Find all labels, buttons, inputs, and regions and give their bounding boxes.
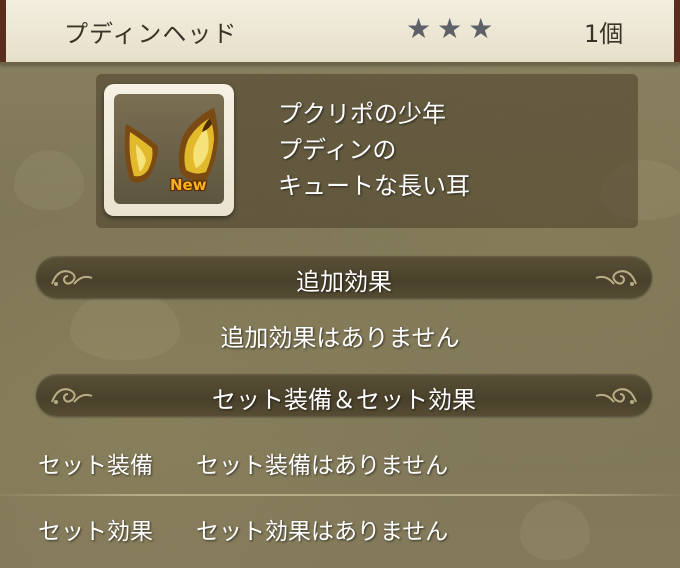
item-icon-frame[interactable]: New xyxy=(104,84,234,216)
description-line: キュートな長い耳 xyxy=(278,172,470,200)
item-description: プクリポの少年 プディンの キュートな長い耳 xyxy=(278,96,470,204)
header-right-edge xyxy=(674,0,680,62)
background-slime-decoration xyxy=(520,500,590,560)
section-header-set-effect: セット装備＆セット効果 xyxy=(36,374,652,416)
additional-effect-text: 追加効果はありません xyxy=(220,324,460,352)
section-header-additional-effect: 追加効果 xyxy=(36,256,652,298)
new-badge: New xyxy=(170,176,207,194)
item-header-bar: プディンヘッド ★ ★ ★ 1個 xyxy=(0,0,680,64)
set-equipment-value: セット装備はありません xyxy=(196,453,449,479)
item-quantity: 1個 xyxy=(584,20,624,48)
description-line: プディンの xyxy=(278,136,397,164)
star-icon: ★ xyxy=(437,12,463,45)
ornament-swirl-icon xyxy=(595,270,637,286)
cat-ears-icon xyxy=(124,108,218,183)
item-icon-background xyxy=(114,94,224,204)
row-divider xyxy=(0,494,680,496)
header-left-edge xyxy=(0,0,6,62)
rarity-stars: ★ ★ ★ xyxy=(406,14,493,44)
star-icon: ★ xyxy=(468,12,494,45)
background-slime-decoration xyxy=(14,150,84,210)
section-title: 追加効果 xyxy=(296,268,392,296)
item-name: プディンヘッド xyxy=(64,20,238,48)
set-effect-value: セット効果はありません xyxy=(196,519,449,545)
star-icon: ★ xyxy=(406,12,432,45)
set-equipment-label: セット装備 xyxy=(38,453,153,479)
description-line: プクリポの少年 xyxy=(278,100,446,128)
section-title: セット装備＆セット効果 xyxy=(212,386,476,414)
set-effect-label: セット効果 xyxy=(38,519,153,545)
ornament-swirl-icon xyxy=(595,388,637,404)
